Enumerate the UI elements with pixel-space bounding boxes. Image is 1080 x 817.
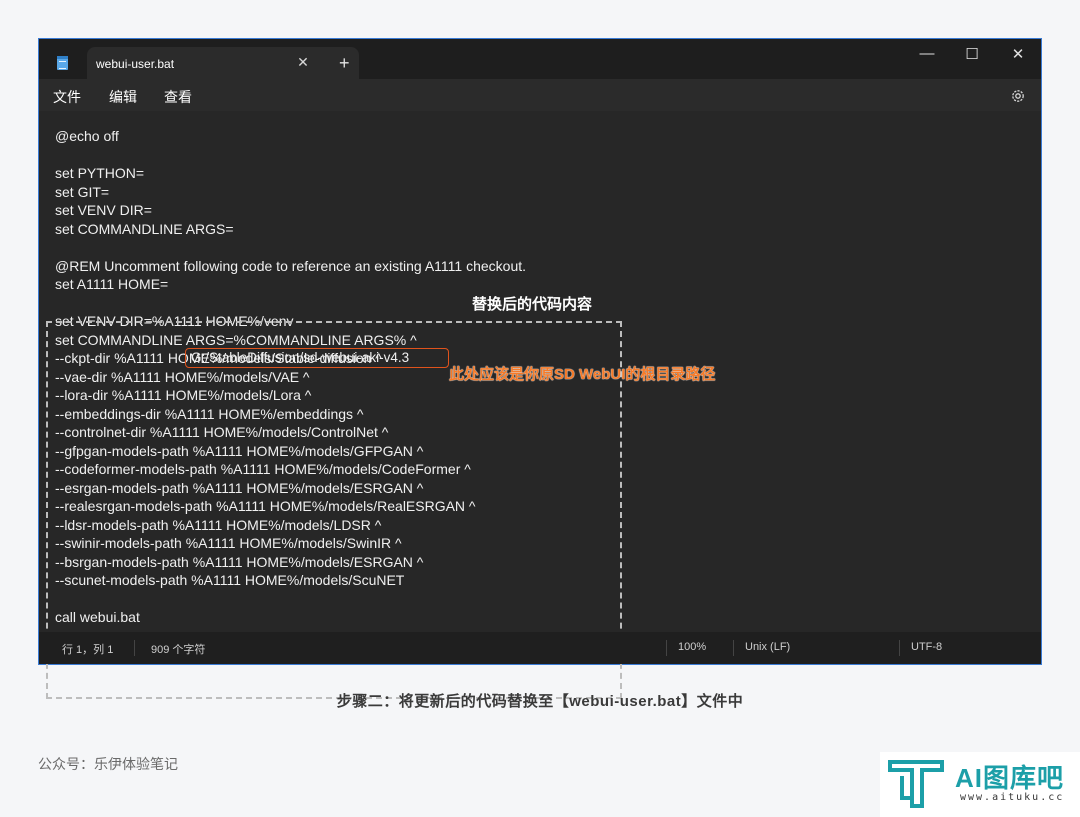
- code-line: @echo off: [55, 128, 119, 144]
- cursor-position: 行 1，列 1: [62, 644, 114, 656]
- settings-gear-icon[interactable]: [1010, 88, 1026, 104]
- notepad-window: webui-user.bat ✕ + — ☐ ✕ 文件 编辑 查看 @echo …: [38, 38, 1042, 699]
- menu-bar: 文件 编辑 查看: [39, 79, 1041, 111]
- account-credit: 公众号：乐伊体验笔记: [38, 756, 178, 772]
- text-editor-area[interactable]: @echo off set PYTHON= set GIT= set VENV DIR…: [39, 111, 1041, 699]
- maximize-button[interactable]: ☐: [957, 45, 987, 63]
- annotation-replaced-code: 替换后的代码内容: [472, 296, 593, 313]
- site-logo: AI图库吧 www.aituku.cc: [880, 752, 1080, 817]
- new-tab-button[interactable]: +: [339, 54, 350, 72]
- code-line: set PYTHON=: [55, 165, 145, 181]
- minimize-button[interactable]: —: [912, 45, 942, 62]
- notepad-app-icon: [57, 56, 68, 70]
- code-line: set VENV DIR=: [55, 202, 152, 218]
- line-ending[interactable]: Unix (LF): [745, 641, 790, 653]
- code-line: set A1111 HOME=: [55, 276, 169, 292]
- status-divider: [666, 640, 667, 656]
- status-bar: 行 1，列 1 909 个字符 100% Unix (LF) UTF-8: [39, 632, 1041, 664]
- close-button[interactable]: ✕: [1003, 45, 1033, 63]
- status-divider: [134, 640, 135, 656]
- menu-edit[interactable]: 编辑: [109, 87, 137, 107]
- tab-label: webui-user.bat: [96, 57, 175, 71]
- menu-view[interactable]: 查看: [164, 87, 192, 107]
- menu-file[interactable]: 文件: [53, 87, 81, 107]
- step-caption: 步骤二：将更新后的代码替换至【webui-user.bat】文件中: [336, 693, 744, 710]
- tab-webui-user[interactable]: webui-user.bat ✕: [87, 47, 359, 79]
- logo-url: www.aituku.cc: [960, 792, 1065, 803]
- code-line: @REM Uncomment following code to referen…: [55, 257, 527, 274]
- tab-close-icon[interactable]: ✕: [294, 54, 312, 70]
- encoding[interactable]: UTF-8: [911, 641, 942, 653]
- status-divider: [733, 640, 734, 656]
- title-bar: webui-user.bat ✕ + — ☐ ✕: [39, 39, 1041, 79]
- zoom-level[interactable]: 100%: [678, 641, 706, 653]
- highlighted-path: G:/StableDiffusion/sd-webui-aki-v4.3: [191, 350, 410, 365]
- char-count: 909 个字符: [151, 644, 206, 656]
- logo-text: AI图库吧: [955, 763, 1065, 793]
- code-line: set COMMANDLINE ARGS=: [55, 220, 234, 237]
- status-divider: [899, 640, 900, 656]
- code-line: set GIT=: [55, 183, 110, 200]
- annotation-path-note: 此处应该是你原SD WebUI的根目录路径: [449, 366, 716, 383]
- aituku-logo-icon: [888, 760, 944, 808]
